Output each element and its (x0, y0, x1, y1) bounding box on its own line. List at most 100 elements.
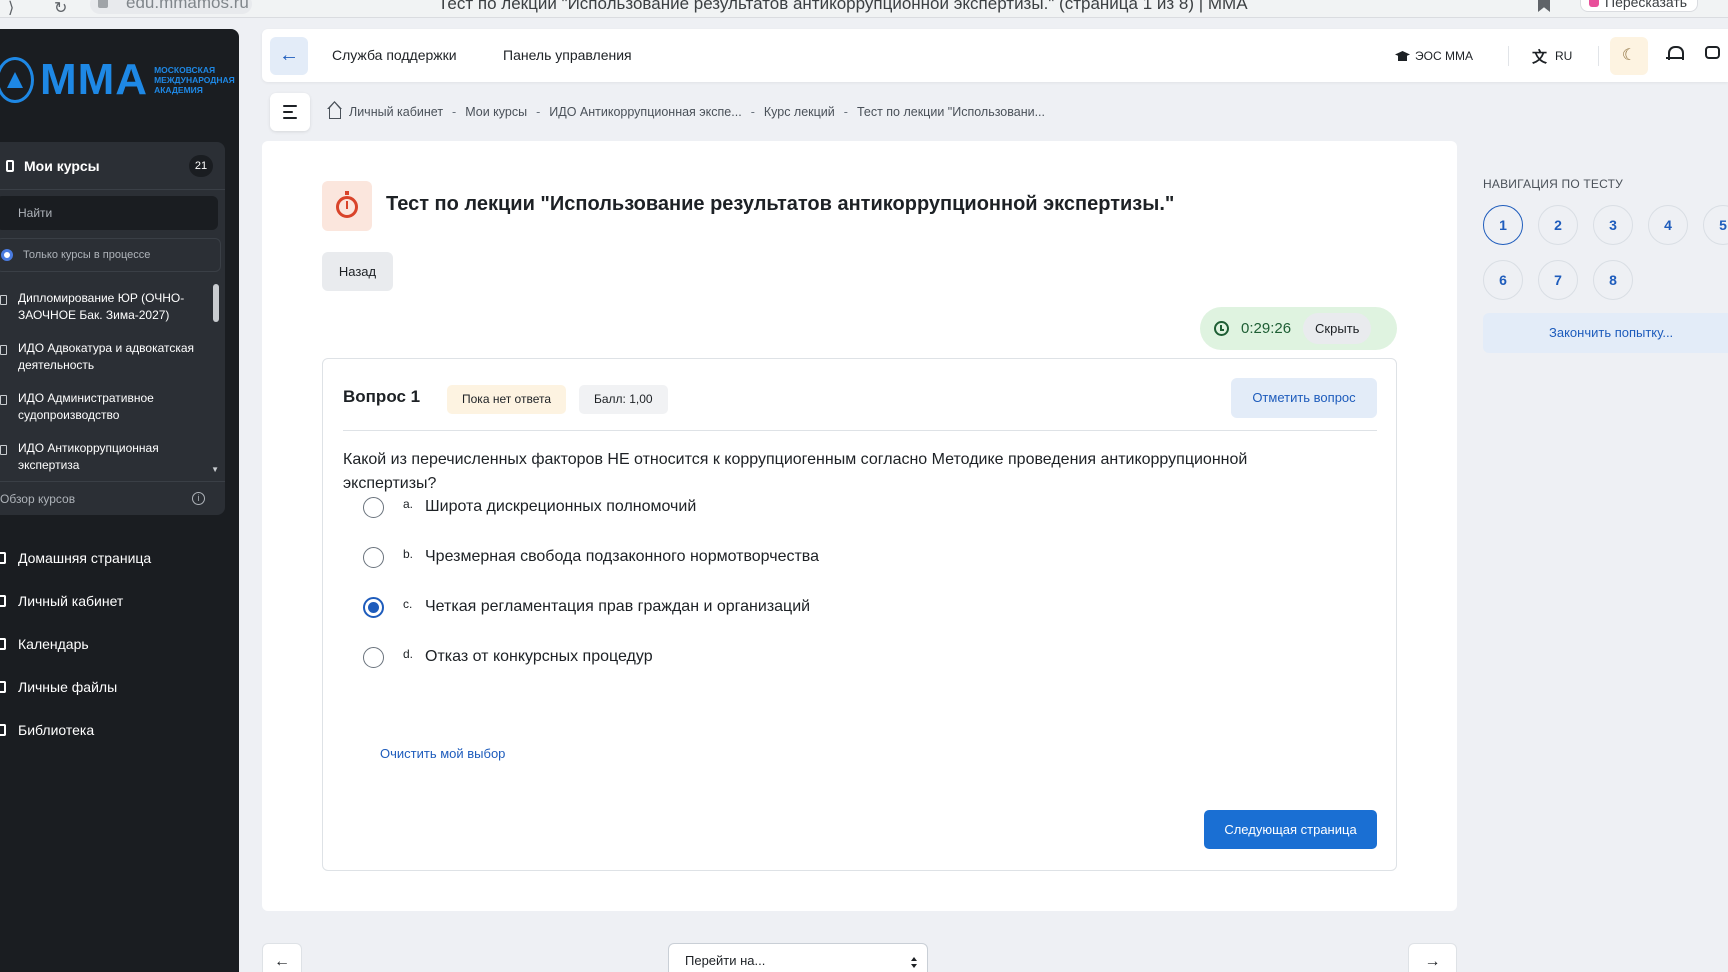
question-grade-badge: Балл: 1,00 (579, 385, 668, 414)
eos-link[interactable]: ЭОС ММА (1395, 37, 1473, 75)
clear-choice-link[interactable]: Очистить мой выбор (380, 746, 505, 761)
forward-icon[interactable]: ⟩ (8, 0, 14, 18)
sidebar-main-nav: Домашняя страница Личный кабинет Календа… (0, 536, 239, 751)
jump-to-activity-select[interactable]: Перейти на... (668, 943, 928, 972)
next-page-button[interactable]: Следующая страница (1204, 810, 1377, 849)
language-label: RU (1555, 49, 1573, 63)
question-number: Вопрос 1 (343, 387, 421, 406)
answer-option-b[interactable]: b. Чрезмерная свобода подзаконного нормо… (363, 545, 819, 569)
quiz-icon (322, 181, 372, 231)
quiz-nav-heading: НАВИГАЦИЯ ПО ТЕСТУ (1483, 177, 1623, 191)
previous-activity-button[interactable]: ← (262, 943, 302, 972)
answer-radio[interactable] (363, 646, 384, 668)
course-item[interactable]: ИДО Административное судопроизводство (0, 384, 225, 434)
answer-radio[interactable] (363, 496, 384, 518)
clock-icon (1214, 321, 1229, 336)
course-title: ИДО Антикоррупционная экспертиза (18, 441, 159, 472)
answer-option-a[interactable]: a. Широта дискреционных полномочий (363, 495, 696, 519)
browser-toolbar: ⟩ ↻ edu.mmamos.ru Тест по лекции "Исполь… (0, 0, 1728, 18)
dashboard-link[interactable]: Панель управления (503, 47, 632, 63)
quiz-nav-page-5[interactable]: 5 (1703, 205, 1728, 245)
courses-count-badge: 21 (189, 154, 213, 177)
scroll-down-icon[interactable]: ▼ (211, 465, 219, 474)
hide-timer-button[interactable]: Скрыть (1303, 313, 1372, 344)
logo[interactable]: ММА Московская международная академия (0, 57, 235, 103)
language-selector[interactable]: 文 RU (1532, 37, 1572, 75)
breadcrumb-item[interactable]: Личный кабинет (349, 105, 443, 119)
sidebar-item-library[interactable]: Библиотека (0, 708, 239, 751)
course-item[interactable]: Дипломирование ЮР (ОЧНО-ЗАОЧНОЕ Бак. Зим… (0, 284, 225, 334)
timer-value: 0:29:26 (1241, 320, 1292, 337)
course-item[interactable]: ИДО Антикоррупционная экспертиза (0, 434, 225, 480)
courses-icon (6, 159, 14, 172)
my-courses-header[interactable]: Мои курсы 21 (0, 142, 225, 190)
sidebar-item-calendar[interactable]: Календарь (0, 622, 239, 665)
breadcrumb-separator: - (750, 105, 755, 119)
retell-button[interactable]: Пересказать (1580, 0, 1699, 12)
notifications-bell-icon[interactable] (1666, 45, 1684, 63)
back-arrow-button[interactable]: ← (270, 37, 308, 75)
back-button[interactable]: Назад (322, 252, 393, 291)
quiz-nav-page-2[interactable]: 2 (1538, 205, 1578, 245)
answer-text[interactable]: Широта дискреционных полномочий (425, 498, 696, 516)
info-icon[interactable]: i (192, 492, 205, 505)
divider (1598, 46, 1599, 66)
arrow-right-icon: → (1424, 953, 1441, 970)
quiz-nav-page-7[interactable]: 7 (1538, 260, 1578, 300)
quiz-nav-page-8[interactable]: 8 (1593, 260, 1633, 300)
breadcrumb-item[interactable]: Мои курсы (465, 105, 527, 119)
toggle-switch[interactable] (1, 249, 13, 261)
address-bar[interactable]: edu.mmamos.ru (90, 0, 252, 14)
course-overview-link[interactable]: Обзор курсов i (0, 481, 225, 515)
support-link[interactable]: Служба поддержки (332, 47, 457, 63)
answer-text[interactable]: Четкая регламентация прав граждан и орга… (425, 598, 810, 616)
breadcrumb-item[interactable]: Курс лекций (764, 105, 835, 119)
answer-radio-selected[interactable] (363, 596, 384, 618)
breadcrumb-separator: - (452, 105, 457, 119)
logo-emblem-icon (0, 57, 34, 103)
quiz-nav-page-1[interactable]: 1 (1483, 205, 1523, 245)
only-in-progress-toggle[interactable]: Только курсы в процессе (0, 238, 221, 272)
sidebar-item-label: Личные файлы (18, 678, 118, 695)
menu-lines-icon (283, 111, 293, 113)
breadcrumb-item[interactable]: Тест по лекции "Использовани... (857, 105, 1045, 119)
sidebar-item-dashboard[interactable]: Личный кабинет (0, 579, 239, 622)
sidebar-item-home[interactable]: Домашняя страница (0, 536, 239, 579)
course-index-drawer-button[interactable] (270, 93, 310, 131)
course-overview-label: Обзор курсов (0, 491, 76, 506)
menu-lines-icon (283, 105, 297, 107)
breadcrumb-separator: - (536, 105, 541, 119)
messages-icon[interactable] (1705, 46, 1720, 59)
quiz-nav-page-4[interactable]: 4 (1648, 205, 1688, 245)
quiz-nav-page-3[interactable]: 3 (1593, 205, 1633, 245)
answer-option-c[interactable]: c. Четкая регламентация прав граждан и о… (363, 595, 810, 619)
moon-icon: ☾ (1621, 47, 1637, 64)
translate-icon: 文 (1532, 48, 1548, 66)
home-icon[interactable] (329, 108, 341, 119)
finish-attempt-button[interactable]: Закончить попытку... (1483, 313, 1728, 353)
site-info-icon[interactable] (98, 0, 108, 8)
quiz-timer: 0:29:26 Скрыть (1200, 307, 1397, 350)
flag-question-button[interactable]: Отметить вопрос (1231, 378, 1377, 418)
dark-mode-toggle[interactable]: ☾ (1610, 37, 1648, 75)
course-list-scrollbar[interactable] (213, 284, 219, 322)
dashboard-nav-icon (0, 594, 6, 607)
course-list: Дипломирование ЮР (ОЧНО-ЗАОЧНОЕ Бак. Зим… (0, 284, 225, 480)
breadcrumb-item[interactable]: ИДО Антикоррупционная экспе... (549, 105, 741, 119)
bookmark-icon[interactable] (1538, 0, 1550, 12)
answer-radio[interactable] (363, 546, 384, 568)
sidebar-item-label: Домашняя страница (18, 549, 152, 566)
course-title: ИДО Адвокатура и адвокатская деятельност… (18, 341, 195, 372)
quiz-nav-page-6[interactable]: 6 (1483, 260, 1523, 300)
breadcrumb: Личный кабинет - Мои курсы - ИДО Антикор… (329, 105, 1045, 119)
answer-text[interactable]: Чрезмерная свобода подзаконного нормотво… (425, 548, 819, 566)
library-nav-icon (0, 723, 6, 736)
answer-option-d[interactable]: d. Отказ от конкурсных процедур (363, 645, 653, 669)
reload-icon[interactable]: ↻ (54, 0, 67, 18)
divider (1508, 46, 1509, 66)
answer-text[interactable]: Отказ от конкурсных процедур (425, 648, 653, 666)
course-search-input[interactable] (0, 196, 218, 230)
course-item[interactable]: ИДО Адвокатура и адвокатская деятельност… (0, 334, 225, 384)
sidebar-item-private-files[interactable]: Личные файлы (0, 665, 239, 708)
next-activity-button[interactable]: → (1408, 943, 1457, 972)
